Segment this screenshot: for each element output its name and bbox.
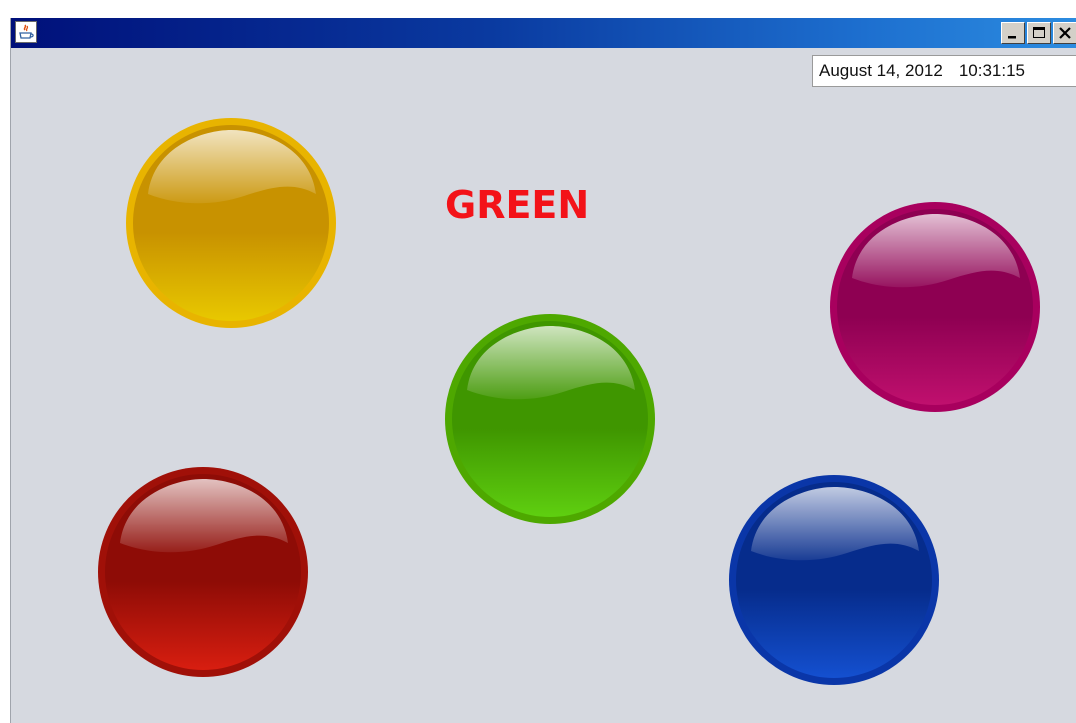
- window-controls: [999, 22, 1076, 44]
- green-ball[interactable]: [443, 312, 657, 526]
- magenta-ball[interactable]: [828, 200, 1042, 414]
- maximize-icon: [1033, 27, 1045, 38]
- datetime-display: August 14, 2012 10:31:15: [812, 55, 1076, 87]
- app-window: August 14, 2012 10:31:15 GREEN: [10, 18, 1076, 723]
- minimize-button[interactable]: [1001, 22, 1025, 44]
- date-text: August 14, 2012: [819, 61, 943, 80]
- java-app-icon[interactable]: [15, 21, 37, 43]
- minimize-icon: [1008, 36, 1016, 39]
- red-ball[interactable]: [96, 465, 310, 679]
- close-button[interactable]: [1053, 22, 1076, 44]
- blue-ball[interactable]: [727, 473, 941, 687]
- time-text: 10:31:15: [958, 61, 1026, 80]
- close-icon: [1059, 27, 1071, 39]
- yellow-ball[interactable]: [124, 116, 338, 330]
- target-color-label: GREEN: [445, 183, 590, 227]
- title-bar[interactable]: [11, 18, 1076, 48]
- maximize-button[interactable]: [1027, 22, 1051, 44]
